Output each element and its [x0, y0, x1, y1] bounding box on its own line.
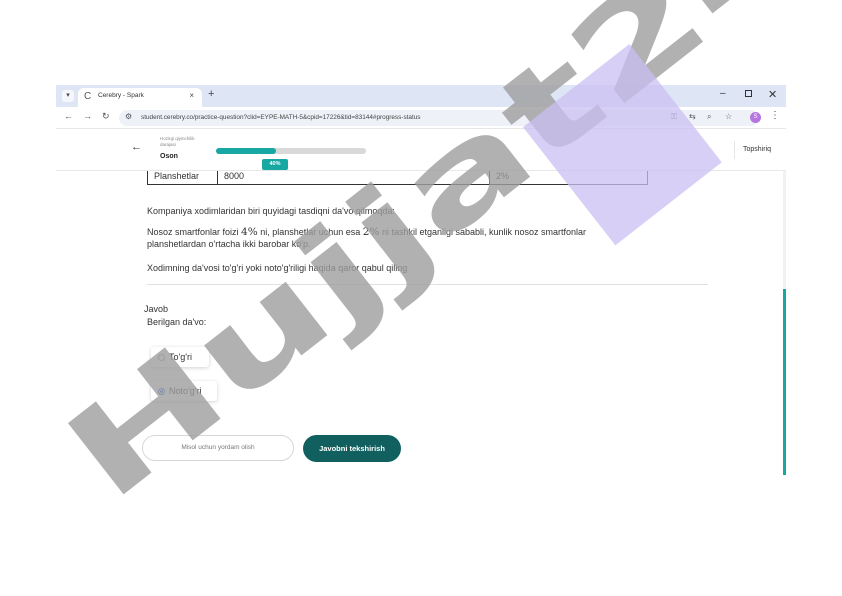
- task-button[interactable]: Topshiriq: [734, 141, 786, 159]
- bookmark-star-icon[interactable]: ☆: [725, 112, 732, 121]
- minimize-icon[interactable]: –: [720, 88, 726, 99]
- restore-icon[interactable]: [745, 90, 752, 97]
- browser-toolbar: ← → ↻ ⚙ student.cerebry.co/practice-ques…: [56, 107, 786, 129]
- claim-text: Nosoz smartfonlar foizi: [147, 227, 242, 237]
- level-name: Oson: [160, 153, 178, 160]
- tab-search-icon[interactable]: ▾: [62, 90, 74, 102]
- hint-button[interactable]: Misol uchun yordam olish: [142, 435, 294, 461]
- table-cell: 2%: [496, 171, 510, 181]
- table-cell: Planshetlar: [148, 171, 218, 184]
- translate-icon[interactable]: ⇆: [689, 112, 696, 121]
- address-url: student.cerebry.co/practice-question?cli…: [141, 113, 421, 121]
- option-false[interactable]: Noto'g'ri: [151, 381, 217, 401]
- option-label: To'g'ri: [169, 352, 192, 362]
- screen: ▾ C Cerebry - Spark × + – ✕ ← → ↻ ⚙ stud…: [0, 0, 842, 596]
- claim-text: ni, planshetlar uchun esa: [257, 227, 363, 237]
- address-bar[interactable]: ⚙ student.cerebry.co/practice-question?c…: [119, 110, 759, 126]
- claim-text: planshetlardan o'rtacha ikki barobar ko'…: [147, 239, 311, 249]
- scrollbar[interactable]: [783, 171, 786, 475]
- table-row: Planshetlar 8000 2%: [147, 171, 648, 185]
- back-arrow-icon[interactable]: ←: [64, 111, 73, 121]
- menu-kebab-icon[interactable]: ⋮: [770, 110, 780, 121]
- progress-label: 40%: [262, 159, 288, 170]
- window-close-icon[interactable]: ✕: [768, 88, 777, 101]
- reload-icon[interactable]: ↻: [102, 111, 110, 122]
- radio-true[interactable]: [158, 353, 165, 361]
- question-claim: Nosoz smartfonlar foizi 4% ni, planshetl…: [147, 226, 707, 250]
- option-label: Noto'g'ri: [169, 386, 202, 396]
- claim-text: ni tashkil etganligi sababli, kunlik nos…: [379, 227, 587, 237]
- radio-false[interactable]: [158, 387, 165, 395]
- browser-tab[interactable]: C Cerebry - Spark ×: [78, 88, 202, 107]
- question-instruction: Xodimning da'vosi to'g'ri yoki noto'g'ri…: [147, 263, 408, 273]
- new-tab-icon[interactable]: +: [208, 88, 214, 100]
- check-answer-button[interactable]: Javobni tekshirish: [303, 435, 401, 462]
- level-caption: Hozirgi qiyinchilik darajasi: [160, 136, 195, 147]
- zoom-icon[interactable]: ⌕: [707, 112, 711, 122]
- cerebry-favicon-icon: C: [84, 91, 92, 102]
- password-key-icon[interactable]: ⚿: [671, 112, 677, 122]
- tab-close-icon[interactable]: ×: [189, 91, 194, 100]
- scrollbar-thumb[interactable]: [783, 289, 786, 475]
- progress-bar: [216, 148, 366, 154]
- divider: [147, 284, 708, 285]
- site-info-icon[interactable]: ⚙: [125, 112, 132, 121]
- forward-arrow-icon[interactable]: →: [83, 111, 92, 121]
- tab-strip: ▾ C Cerebry - Spark × + – ✕: [56, 85, 786, 107]
- claim-value: 4%: [241, 226, 258, 238]
- answer-prompt: Berilgan da'vo:: [147, 317, 207, 327]
- option-true[interactable]: To'g'ri: [151, 347, 209, 367]
- profile-avatar[interactable]: S: [750, 112, 761, 123]
- browser-window: ▾ C Cerebry - Spark × + – ✕ ← → ↻ ⚙ stud…: [56, 85, 786, 475]
- claim-value: 2%: [362, 226, 380, 238]
- answer-section-label: Javob: [144, 304, 169, 314]
- progress-fill: [216, 148, 276, 154]
- back-button[interactable]: ←: [131, 141, 142, 153]
- question-content: Planshetlar 8000 2% Kompaniya xodimlarid…: [56, 171, 786, 475]
- app-header: ← Hozirgi qiyinchilik darajasi Oson 40% …: [56, 129, 786, 171]
- question-intro: Kompaniya xodimlaridan biri quyidagi tas…: [147, 206, 395, 216]
- table-cell: 8000: [218, 171, 490, 184]
- tab-title: Cerebry - Spark: [98, 92, 144, 99]
